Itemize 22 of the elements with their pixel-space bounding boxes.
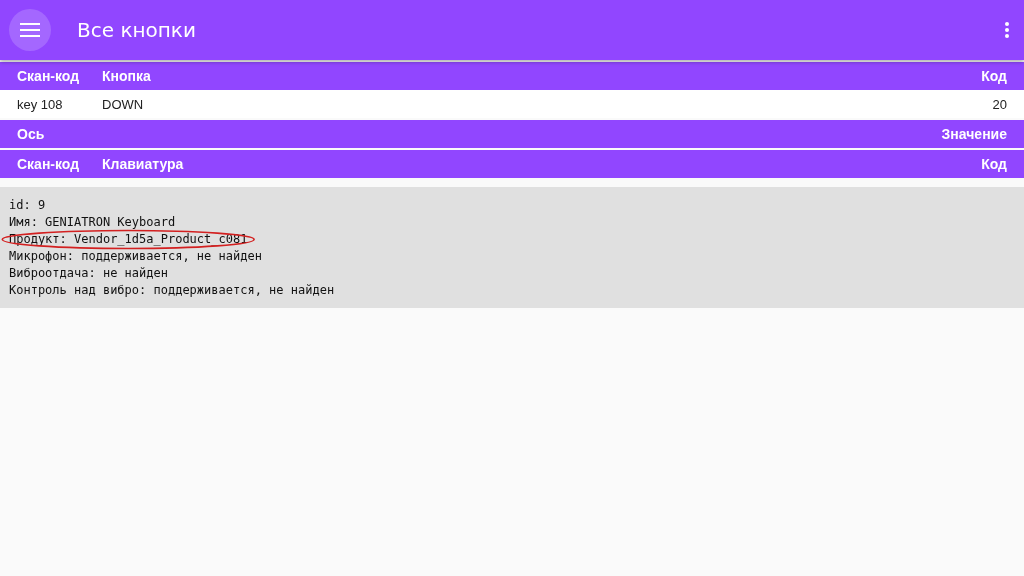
table-cell-text: DOWN [102, 96, 145, 112]
more-button[interactable] [1002, 19, 1012, 41]
column-header: Скан-код [17, 68, 81, 84]
column-header: Ось [17, 126, 46, 142]
column-header: Значение [941, 126, 1007, 142]
column-header: Код [981, 156, 1007, 172]
column-header: Скан-код [17, 156, 81, 172]
menu-button[interactable] [9, 9, 51, 51]
info-line: Продукт: Vendor_1d5a_Product_c081 [9, 231, 248, 248]
menu-icon [20, 22, 40, 38]
info-line: Микрофон: поддерживается, не найден [9, 248, 262, 265]
more-icon [1004, 21, 1010, 39]
info-line: Виброотдача: не найден [9, 265, 168, 282]
info-line: id: 9 [9, 197, 46, 214]
column-header: Код [981, 68, 1007, 84]
table-cell: 20 [992, 96, 1007, 112]
info-line: Имя: GENIATRON Keyboard [9, 214, 176, 231]
column-header: Клавиатура [102, 156, 185, 172]
column-header: Кнопка [102, 68, 152, 84]
info-line: Контроль над вибро: поддерживается, не найден [9, 282, 335, 299]
table-cell-text: key 108 [17, 96, 64, 112]
app-title: Все кнопки [77, 18, 197, 42]
